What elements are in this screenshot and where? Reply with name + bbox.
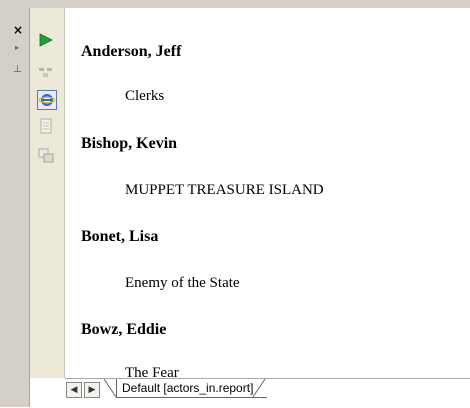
pane-expand-arrow-icon[interactable]: ▸: [15, 43, 21, 52]
pane-close-button[interactable]: ×: [13, 24, 25, 36]
pin-icon[interactable]: ⊥: [13, 64, 23, 75]
run-button[interactable]: [37, 31, 55, 49]
actor-name: Anderson, Jeff: [81, 43, 182, 60]
report-preview-area: Anderson, Jeff Clerks Bishop, Kevin MUPP…: [65, 8, 470, 381]
tab-prev-button[interactable]: ◀: [66, 382, 82, 398]
preview-toolbar: [30, 8, 65, 378]
browser-preview-button[interactable]: [37, 90, 57, 110]
run-icon: [39, 33, 53, 47]
movie-title: MUPPET TREASURE ISLAND: [125, 182, 324, 198]
movie-title: Enemy of the State: [125, 275, 240, 291]
report-tabs: ◀ ▶ Default [actors_in.report]: [65, 378, 470, 408]
tab-next-button[interactable]: ▶: [84, 382, 100, 398]
tab-right-slant: [253, 379, 266, 398]
movie-title: Clerks: [125, 88, 165, 104]
actor-name: Bonet, Lisa: [81, 228, 159, 245]
tab-default-actors-in-report[interactable]: Default [actors_in.report]: [116, 379, 268, 398]
page-icon: [40, 118, 52, 134]
actor-name: Bowz, Eddie: [81, 321, 167, 338]
preview-pane-strip: × ▸ ⊥ Preview: [0, 8, 30, 407]
page-button[interactable]: [37, 117, 55, 135]
actor-name: Bishop, Kevin: [81, 135, 178, 152]
export-button[interactable]: [37, 146, 55, 164]
stop-button[interactable]: [37, 63, 55, 81]
window-top-border: [0, 0, 470, 8]
stop-icon: [39, 68, 52, 77]
export-icon: [38, 148, 54, 163]
browser-icon: [39, 94, 55, 106]
